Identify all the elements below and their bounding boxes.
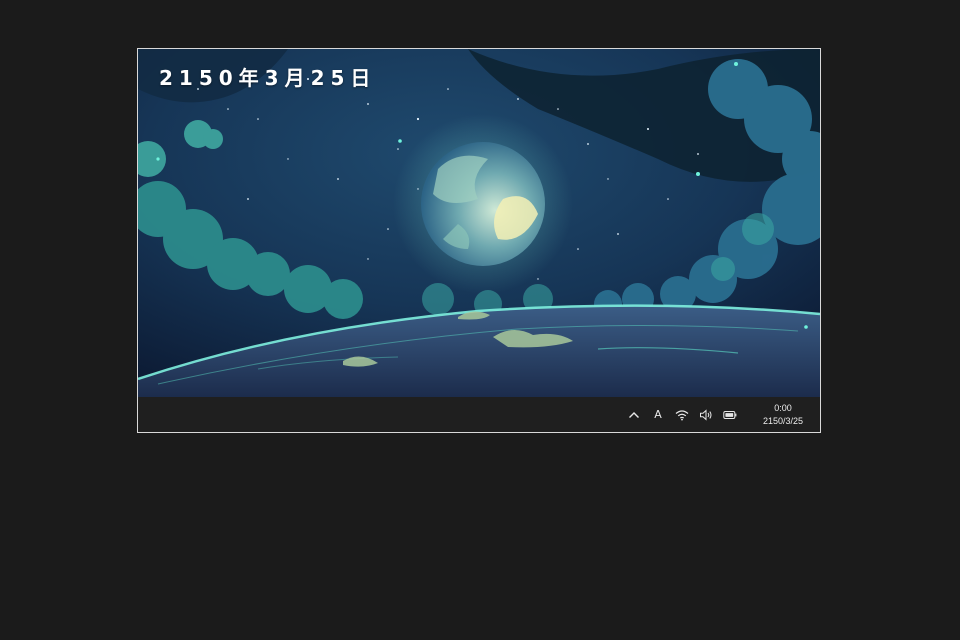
clock-date: 2150/3/25 [762, 415, 804, 426]
ime-indicator[interactable]: A [646, 397, 670, 432]
desktop-wallpaper: 2150年3月25日 [138, 49, 820, 397]
wallpaper-date-text: 2150年3月25日 [159, 66, 377, 90]
battery-icon[interactable] [718, 397, 742, 432]
chevron-up-icon[interactable] [622, 397, 646, 432]
system-tray: A 0:00 2150/3/25 [622, 397, 820, 432]
desktop-screen: 2150年3月25日 A 0:00 2150/3/25 [137, 48, 821, 433]
ime-label: A [654, 408, 662, 421]
wifi-icon[interactable] [670, 397, 694, 432]
clock-time: 0:00 [774, 402, 792, 413]
taskbar: A 0:00 2150/3/25 [138, 397, 820, 432]
taskbar-clock[interactable]: 0:00 2150/3/25 [748, 397, 818, 432]
volume-icon[interactable] [694, 397, 718, 432]
